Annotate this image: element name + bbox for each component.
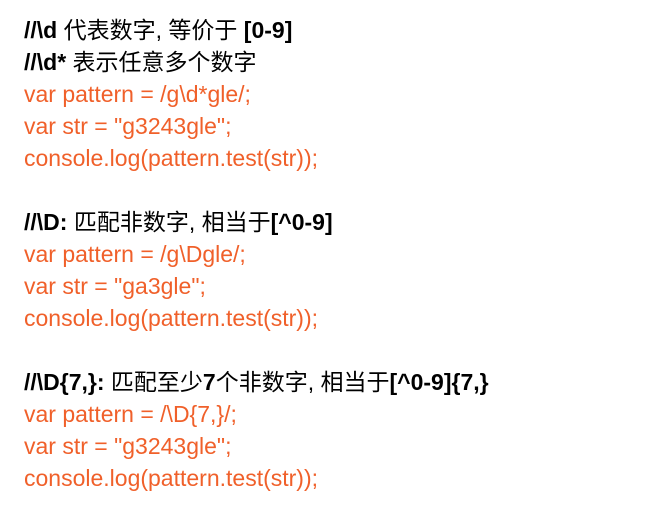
section-1-heading: //\d 代表数字, 等价于 [0-9]	[24, 14, 634, 46]
section-1-heading-tail: [0-9]	[243, 17, 293, 43]
section-1-subheading: //\d* 表示任意多个数字	[24, 46, 634, 78]
regex-notes-document: //\d 代表数字, 等价于 [0-9] //\d* 表示任意多个数字 var …	[24, 14, 634, 494]
section-1-subheading-symbol: //\d*	[24, 49, 67, 75]
code-line: var str = "ga3gle";	[24, 273, 206, 299]
section-3-heading-symbol: //\D{7,}:	[24, 369, 105, 395]
section-2-heading-tail: [^0-9]	[270, 209, 333, 235]
section-3-heading-text2: 个非数字, 相当于	[215, 369, 390, 395]
code-line: console.log(pattern.test(str));	[24, 145, 319, 171]
section-1-heading-text: 代表数字, 等价于	[57, 17, 244, 43]
code-line: var str = "g3243gle";	[24, 113, 232, 139]
code-line: console.log(pattern.test(str));	[24, 465, 319, 491]
code-line: var pattern = /\D{7,}/;	[24, 401, 237, 427]
section-3-heading-tail: [^0-9]{7,}	[389, 369, 489, 395]
section-3-heading: //\D{7,}: 匹配至少7个非数字, 相当于[^0-9]{7,}	[24, 366, 634, 398]
code-line: var pattern = /g\d*gle/;	[24, 81, 251, 107]
section-1-subheading-text: 表示任意多个数字	[66, 49, 257, 75]
section-2-heading-symbol: //\D:	[24, 209, 68, 235]
section-2-heading-text: 匹配非数字, 相当于	[67, 209, 271, 235]
code-line: var str = "g3243gle";	[24, 433, 232, 459]
code-line: var pattern = /g\Dgle/;	[24, 241, 246, 267]
code-line: console.log(pattern.test(str));	[24, 305, 319, 331]
section-2-heading: //\D: 匹配非数字, 相当于[^0-9]	[24, 206, 634, 238]
section-1-heading-symbol: //\d	[24, 17, 58, 43]
section-3-heading-text: 匹配至少	[104, 369, 203, 395]
section-3-heading-mid: 7	[202, 369, 216, 395]
